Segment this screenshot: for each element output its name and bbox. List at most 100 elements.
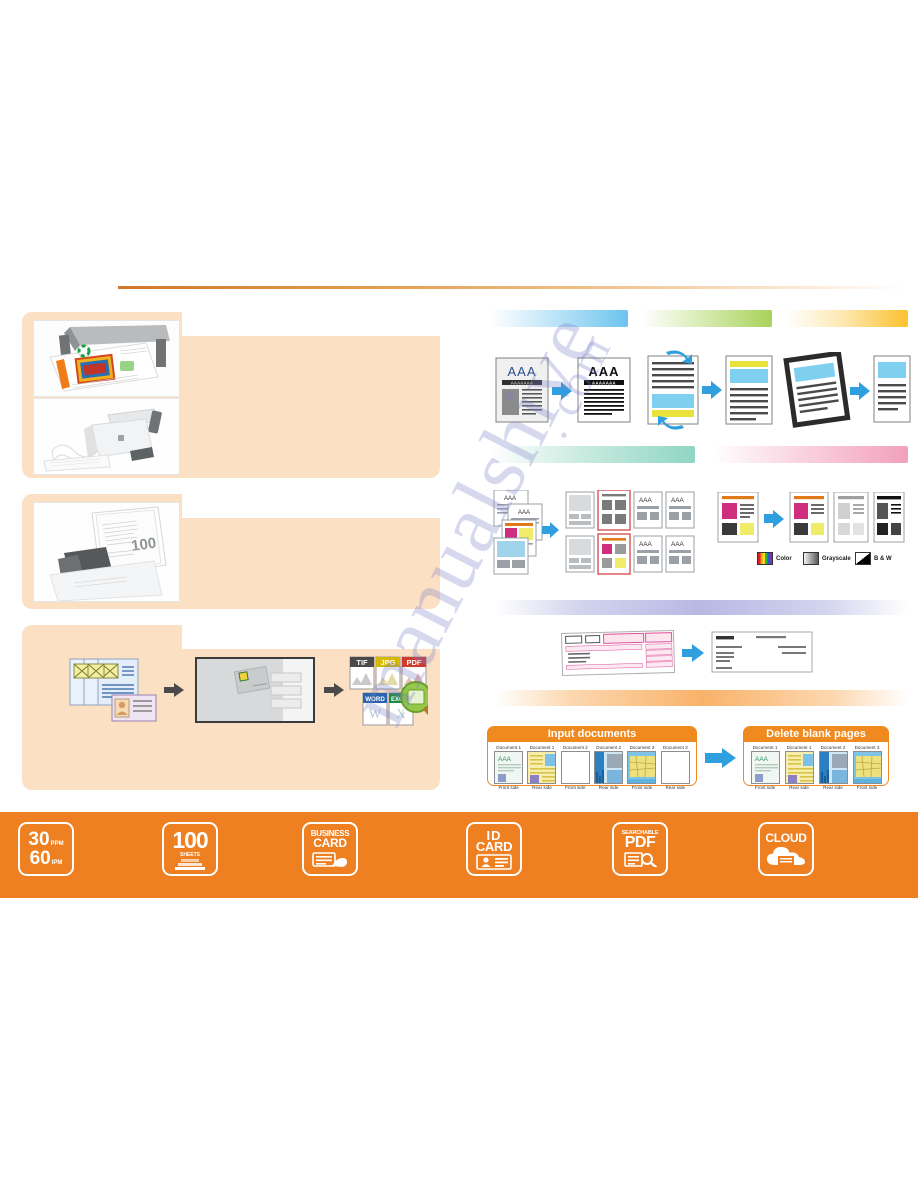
svg-text:AAA: AAA — [498, 756, 512, 763]
paper-stack-icon — [175, 859, 205, 870]
svg-text:AAA: AAA — [671, 541, 685, 548]
svg-text:AAA: AAA — [639, 541, 653, 548]
thumb-page-aaa: AAA — [494, 751, 524, 784]
thumb-page-map — [627, 751, 657, 784]
list-item: Document 1 Rear side — [525, 745, 558, 791]
svg-text:W: W — [369, 706, 382, 721]
searchable-pdf-badge: SEARCHABLE PDF — [612, 822, 674, 880]
header-divider-rule — [118, 286, 908, 289]
cloud-badge: CLOUD — [758, 822, 820, 880]
panel-notch — [182, 494, 440, 518]
list-item: Document 3 Rear side — [659, 745, 692, 791]
svg-text:AAAAAAA: AAAAAAA — [511, 381, 533, 386]
thumb-page-yellow — [527, 751, 557, 784]
svg-text:AAA: AAA — [639, 497, 653, 504]
id-card-line2: CARD — [475, 838, 513, 854]
speed-ipm-value: 60 — [29, 848, 51, 869]
input-documents-thumbs: Document 1 AAA Front side Document 1 Rea… — [488, 742, 696, 793]
list-item: Document 2 Front side — [559, 745, 592, 791]
thumb-side: Front side — [631, 785, 653, 790]
svg-text:AAA: AAA — [588, 364, 619, 379]
legend-label-grayscale: Grayscale — [822, 555, 851, 562]
swatch-color-icon — [757, 552, 773, 565]
speed-badge: 30 PPM 60 IPM — [18, 822, 80, 880]
thumb-page-aaa: AAA — [750, 751, 780, 784]
cloud-label: CLOUD — [765, 830, 807, 845]
speed-ipm-unit: IPM — [51, 860, 63, 866]
section-bar-multistream — [490, 446, 695, 463]
card-hand-icon — [312, 852, 347, 867]
section-bar-blank-page-removal — [496, 690, 908, 706]
delete-blank-pages-box: Delete blank pages Document 1 AAA Front … — [743, 726, 889, 790]
thumb-page-map — [852, 751, 882, 784]
svg-text:WORD: WORD — [365, 696, 385, 703]
section-bar-text-enhancement — [490, 310, 628, 327]
list-item: Document 3 Front side — [625, 745, 658, 791]
diagram-deskew-crop — [782, 350, 912, 428]
id-photo-icon — [476, 853, 512, 870]
legend-bw: B & W — [855, 552, 892, 565]
magnifier-doc-icon — [624, 852, 658, 868]
section-bar-auto-orientation — [642, 310, 772, 327]
business-card-badge: BUSINESS CARD — [302, 822, 364, 880]
list-item: Document 2 Rear side — [817, 745, 850, 791]
panel-notch — [182, 625, 440, 649]
svg-text:AAA: AAA — [755, 756, 769, 763]
thumb-side: Front side — [754, 785, 776, 790]
business-card-line2: CARD — [313, 836, 347, 850]
cloud-upload-icon — [767, 846, 805, 865]
brochure-page: 100 TIF JPG PDF WORD W X AAA AAAAAAA AAA… — [0, 0, 918, 1188]
diagram-text-enhancement: AAA AAAAAAA AAA AAAAAAA — [494, 356, 634, 424]
svg-text:AAA: AAA — [671, 497, 685, 504]
photo-scanner-feeding-brochure — [33, 320, 180, 397]
svg-text:JPG: JPG — [380, 658, 395, 667]
legend-label-bw: B & W — [874, 555, 892, 562]
delete-blank-pages-title: Delete blank pages — [744, 727, 888, 742]
list-item: Document 3 Front side — [851, 745, 884, 791]
thumb-page-yellow — [784, 751, 814, 784]
thumb-page-chart — [594, 751, 624, 784]
speed-ppm-value: 30 — [28, 829, 50, 850]
section-bar-color-dropout — [496, 600, 908, 615]
photo-scanner-long-paper — [33, 398, 180, 475]
swatch-bw-icon — [855, 552, 871, 565]
svg-text:AAA: AAA — [518, 510, 530, 516]
photo-adf-100-sheets: 100 — [33, 502, 180, 602]
legend-color: Color — [757, 552, 792, 565]
legend-grayscale: Grayscale — [803, 552, 851, 565]
thumb-side: Rear side — [598, 785, 619, 790]
thumb-side: Front side — [565, 785, 586, 790]
thumb-page-chart — [818, 751, 848, 784]
thumb-side: Rear side — [789, 785, 809, 790]
thumb-side: Rear side — [665, 785, 686, 790]
blank-page-flow-arrow — [705, 748, 737, 768]
list-item: Document 1 Rear side — [783, 745, 816, 791]
input-documents-title: Input documents — [488, 727, 696, 742]
svg-text:AAA: AAA — [504, 496, 516, 502]
list-item: Document 1 AAA Front side — [492, 745, 525, 791]
svg-text:PDF: PDF — [407, 658, 422, 667]
thumb-side: Rear side — [532, 785, 552, 790]
adf-capacity-value: 100 — [172, 827, 208, 853]
diagram-color-mode-output — [700, 491, 905, 554]
input-documents-box: Input documents Document 1 AAA Front sid… — [487, 726, 697, 790]
swatch-grayscale-icon — [803, 552, 819, 565]
thumb-side: Front side — [856, 785, 878, 790]
svg-text:TIF: TIF — [356, 658, 368, 667]
card-workflow-diagram: TIF JPG PDF WORD W EXCEL — [68, 655, 439, 733]
speed-ppm-unit: PPM — [50, 841, 64, 847]
thumb-side: Rear side — [823, 785, 843, 790]
adf-capacity-badge: 100 SHEETS — [162, 822, 224, 880]
section-bar-color-mode — [712, 446, 908, 463]
list-item: Document 1 AAA Front side — [749, 745, 782, 791]
svg-text:AAAAAAA: AAAAAAA — [592, 381, 616, 386]
section-bar-deskew-crop — [786, 310, 908, 327]
panel-notch — [182, 312, 440, 336]
delete-blank-pages-thumbs: Document 1 AAA Front side Document 1 Rea… — [744, 742, 888, 793]
thumb-side: Front side — [498, 785, 519, 790]
diagram-multistream-batch: AAA AAA AAA AAA AAA AAA — [492, 489, 697, 585]
searchable-pdf-line2: PDF — [624, 834, 656, 852]
svg-text:AAA: AAA — [507, 364, 536, 379]
thumb-page-blank — [560, 751, 590, 784]
legend-label-color: Color — [776, 555, 792, 562]
